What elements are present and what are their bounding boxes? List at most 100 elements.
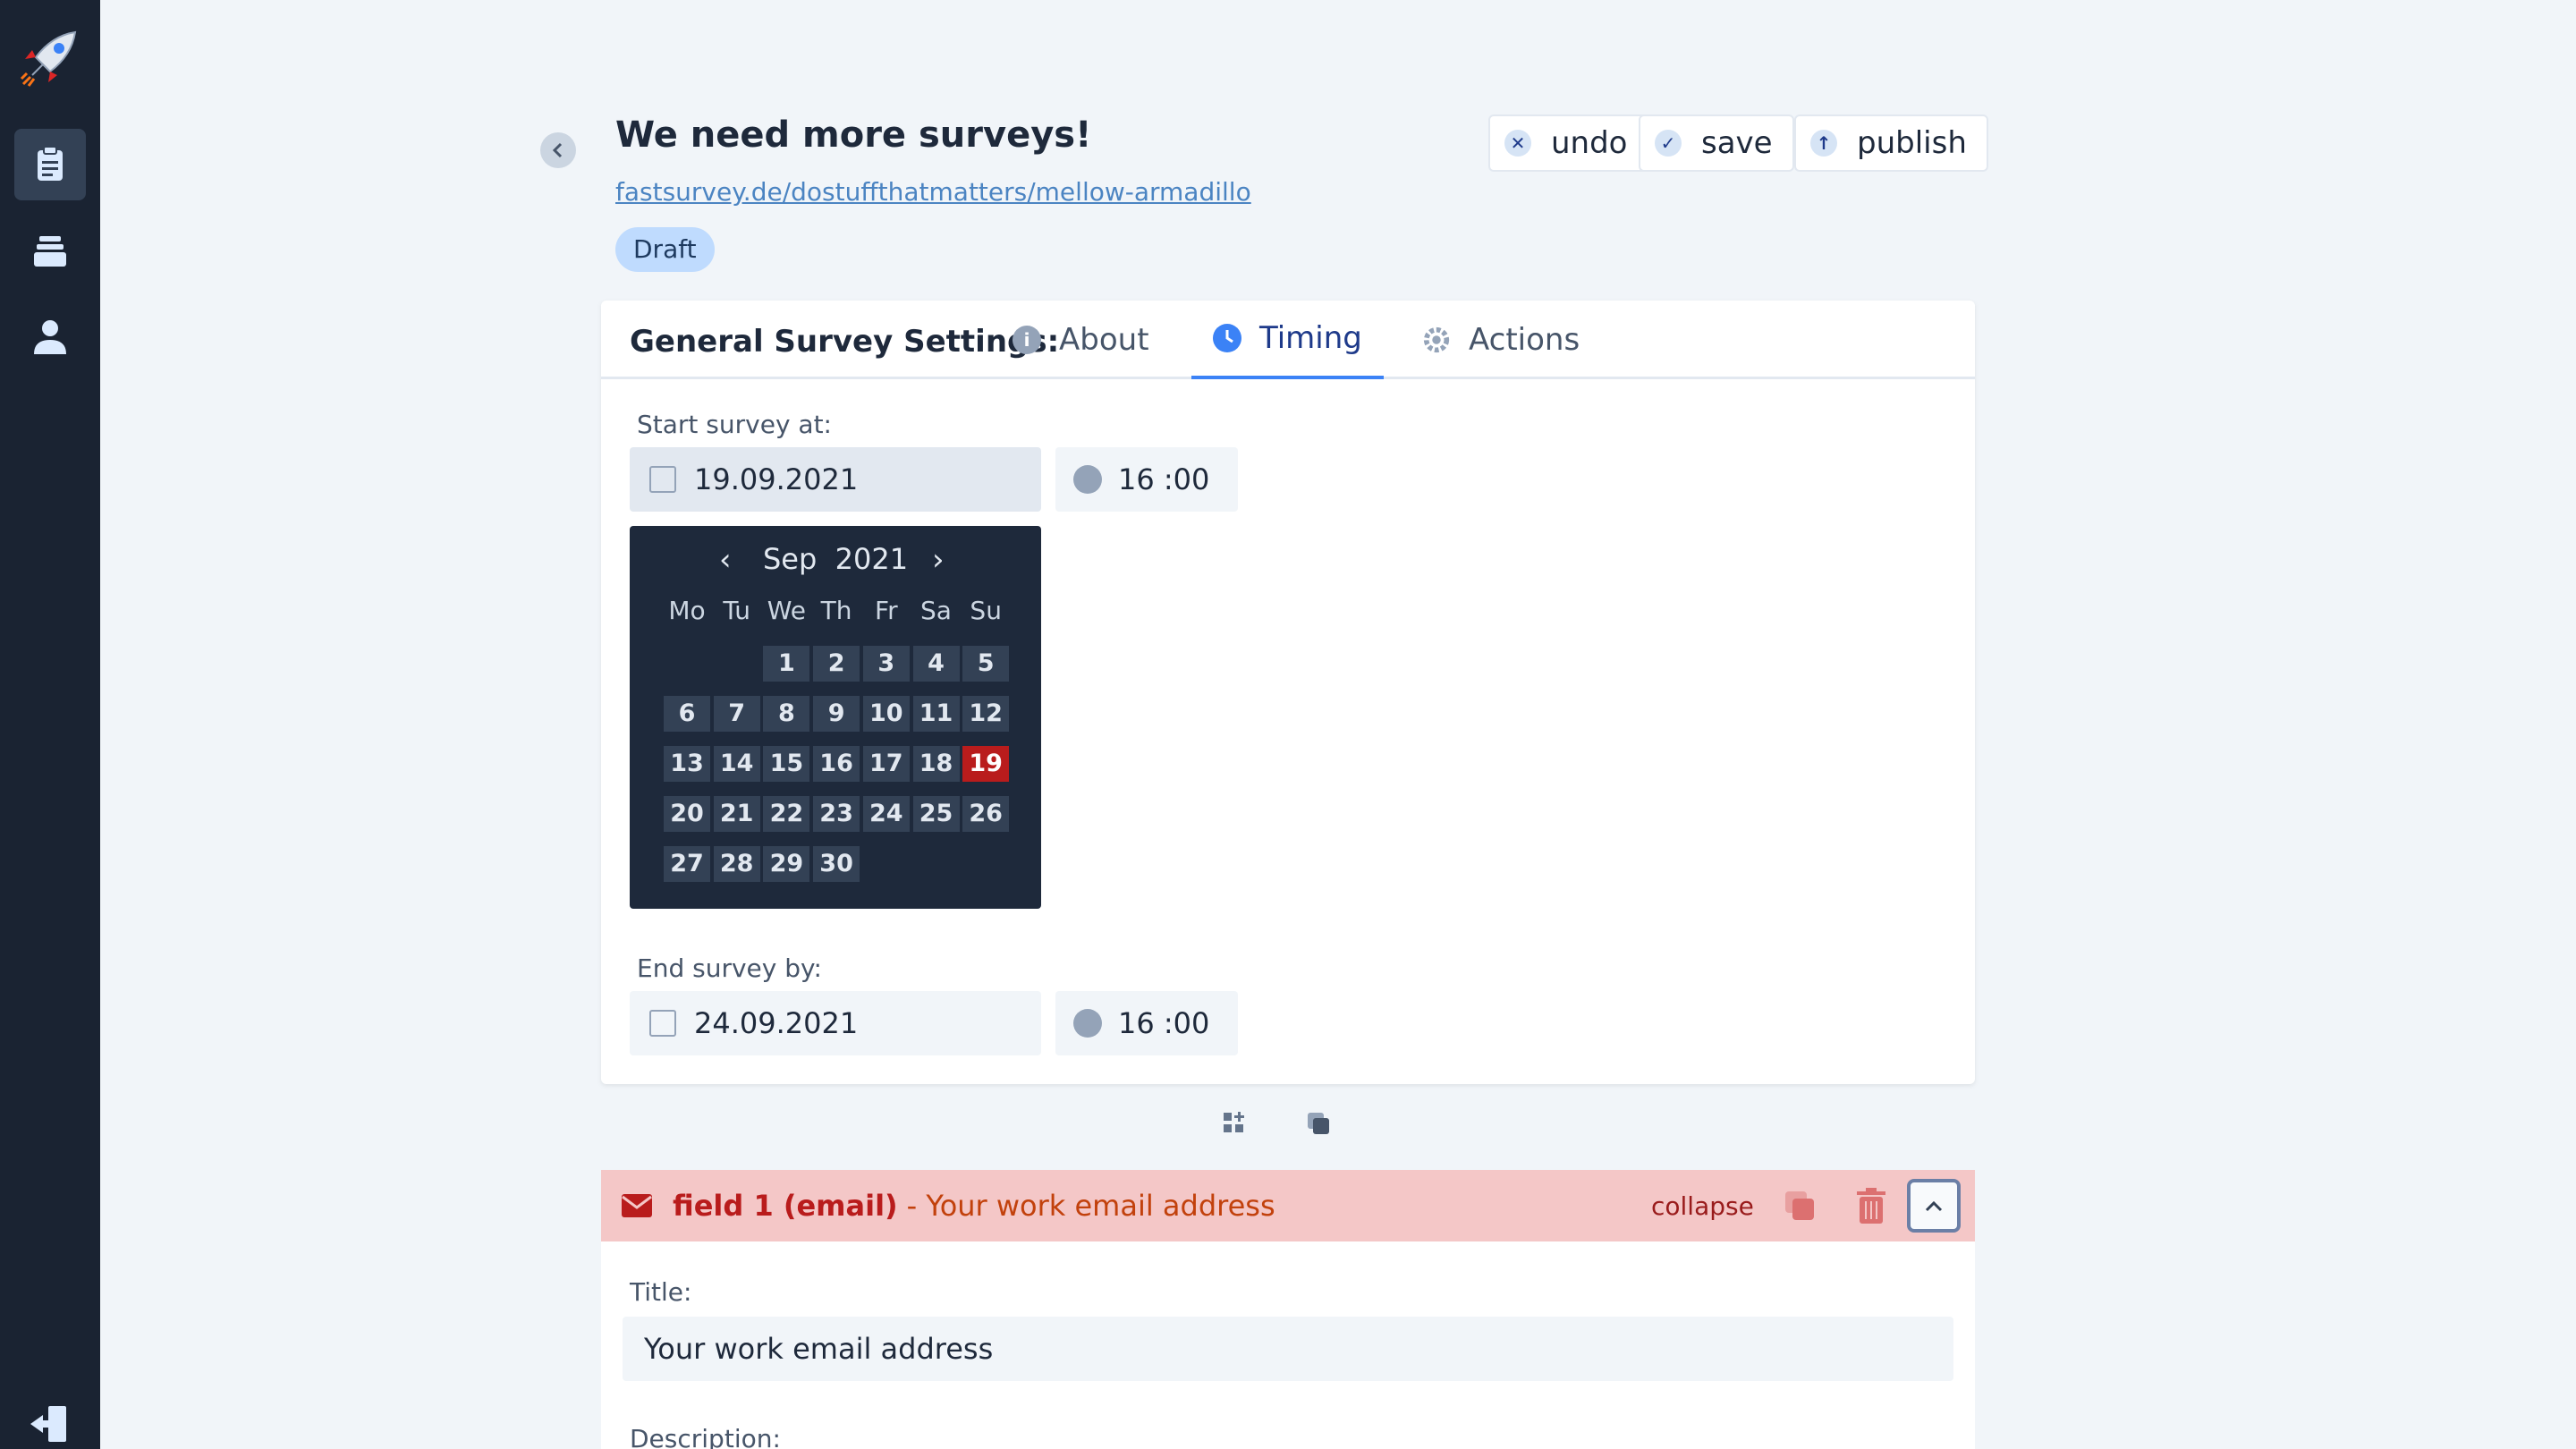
sidebar xyxy=(0,0,100,1449)
calendar-icon xyxy=(649,466,676,493)
calendar-day[interactable]: 20 xyxy=(664,796,710,832)
calendar-day[interactable]: 12 xyxy=(962,696,1010,732)
weekday-label: Su xyxy=(970,596,1002,625)
clipboard-icon xyxy=(38,146,63,181)
stack-icon xyxy=(34,236,66,267)
weekday-label: Th xyxy=(820,596,852,625)
clock-icon xyxy=(1073,465,1102,494)
end-date-value: 24.09.2021 xyxy=(694,1006,859,1040)
calendar-icon xyxy=(649,1010,676,1037)
calendar-day[interactable]: 15 xyxy=(763,746,810,782)
field-subtitle: - Your work email address xyxy=(906,1189,1275,1223)
start-time-input[interactable]: 16 :00 xyxy=(1055,447,1238,512)
calendar-day[interactable]: 1 xyxy=(763,646,810,682)
calendar-day[interactable]: 16 xyxy=(813,746,860,782)
expand-toggle-button[interactable] xyxy=(1907,1179,1961,1233)
field-description-label: Description: xyxy=(630,1424,781,1449)
upload-icon: ↑ xyxy=(1810,130,1837,157)
weekday-label: Sa xyxy=(920,596,952,625)
chevron-up-icon xyxy=(1925,1200,1943,1212)
calendar-day[interactable]: 6 xyxy=(664,696,710,732)
calendar-day[interactable]: 22 xyxy=(763,796,810,832)
field-title-input[interactable]: Your work email address xyxy=(623,1317,1953,1381)
info-icon: i xyxy=(1013,326,1041,354)
chevron-left-icon xyxy=(552,142,563,158)
tab-timing-label: Timing xyxy=(1259,320,1362,356)
calendar-day[interactable]: 26 xyxy=(962,796,1010,832)
calendar-day[interactable]: 13 xyxy=(664,746,710,782)
check-icon: ✓ xyxy=(1655,130,1682,157)
rocket-logo-icon[interactable] xyxy=(16,23,84,91)
calendar-day[interactable]: 25 xyxy=(912,796,960,832)
logout-icon[interactable] xyxy=(27,1401,72,1445)
back-button[interactable] xyxy=(540,132,576,168)
publish-label: publish xyxy=(1857,125,1967,161)
calendar-day[interactable]: 10 xyxy=(862,696,910,732)
save-button[interactable]: ✓ save xyxy=(1639,114,1794,172)
calendar-day[interactable]: 24 xyxy=(862,796,910,832)
copy-icon[interactable] xyxy=(1782,1188,1818,1224)
calendar-day[interactable]: 8 xyxy=(763,696,810,732)
calendar-day[interactable]: 21 xyxy=(713,796,760,832)
tab-timing[interactable]: Timing xyxy=(1191,301,1384,379)
calendar-day[interactable]: 3 xyxy=(862,646,910,682)
trash-icon[interactable] xyxy=(1855,1188,1887,1224)
calendar-day[interactable]: 18 xyxy=(912,746,960,782)
start-time-value: 16 :00 xyxy=(1118,462,1210,496)
calendar-day[interactable]: 7 xyxy=(713,696,760,732)
calendar-day[interactable]: 4 xyxy=(912,646,960,682)
calendar-day[interactable]: 2 xyxy=(813,646,860,682)
calendar-day[interactable]: 17 xyxy=(862,746,910,782)
calendar-day[interactable]: 27 xyxy=(664,846,710,882)
tab-actions[interactable]: Actions xyxy=(1422,301,1580,379)
publish-button[interactable]: ↑ publish xyxy=(1794,114,1988,172)
email-icon xyxy=(622,1194,652,1217)
sidebar-item-archive[interactable] xyxy=(14,215,86,286)
end-time-input[interactable]: 16 :00 xyxy=(1055,991,1238,1055)
end-time-value: 16 :00 xyxy=(1118,1006,1210,1040)
calendar-month[interactable]: Sep xyxy=(763,542,817,576)
status-badge: Draft xyxy=(615,227,715,272)
calendar-day[interactable]: 28 xyxy=(713,846,760,882)
field-body: Title: Your work email address Descripti… xyxy=(601,1241,1975,1449)
weekday-label: Fr xyxy=(875,596,898,625)
weekday-label: Tu xyxy=(723,596,750,625)
calendar-day[interactable]: 29 xyxy=(763,846,810,882)
calendar-day[interactable]: 11 xyxy=(912,696,960,732)
start-label: Start survey at: xyxy=(637,410,832,439)
user-icon xyxy=(34,320,66,354)
calendar-day[interactable]: 14 xyxy=(713,746,760,782)
calendar-year[interactable]: 2021 xyxy=(835,542,908,576)
start-date-value: 19.09.2021 xyxy=(694,462,859,496)
tab-actions-label: Actions xyxy=(1469,322,1580,358)
weekday-label: Mo xyxy=(668,596,706,625)
survey-link[interactable]: fastsurvey.de/dostuffthatmatters/mellow-… xyxy=(615,177,1251,207)
next-month-button[interactable]: › xyxy=(932,542,945,578)
end-date-input[interactable]: 24.09.2021 xyxy=(630,991,1041,1055)
weekday-label: We xyxy=(767,596,807,625)
collapse-button[interactable]: collapse xyxy=(1651,1191,1754,1221)
undo-button[interactable]: ✕ undo xyxy=(1488,114,1649,172)
sidebar-item-surveys[interactable] xyxy=(14,129,86,200)
close-icon: ✕ xyxy=(1504,130,1531,157)
clock-icon xyxy=(1213,324,1241,352)
sidebar-item-account[interactable] xyxy=(14,301,86,372)
calendar-day[interactable]: 23 xyxy=(813,796,860,832)
calendar-day[interactable]: 5 xyxy=(962,646,1010,682)
calendar-day-selected[interactable]: 19 xyxy=(962,746,1010,782)
paste-field-icon[interactable] xyxy=(1306,1111,1331,1136)
calendar-day[interactable]: 30 xyxy=(813,846,860,882)
gear-icon xyxy=(1422,326,1451,354)
save-label: save xyxy=(1701,125,1773,161)
end-label: End survey by: xyxy=(637,953,822,983)
field-title-label: Title: xyxy=(630,1277,692,1307)
clock-icon xyxy=(1073,1009,1102,1038)
tab-about[interactable]: i About xyxy=(1013,301,1149,379)
settings-tabbar: General Survey Settings: i About Timing … xyxy=(601,301,1975,379)
page-title: We need more surveys! xyxy=(615,114,1092,156)
calendar-day[interactable]: 9 xyxy=(813,696,860,732)
add-field-icon[interactable] xyxy=(1222,1111,1247,1136)
start-date-input[interactable]: 19.09.2021 xyxy=(630,447,1041,512)
datepicker-calendar: ‹ Sep 2021 › Mo Tu We Th Fr Sa Su 1 2 3 4 5 6 7 8 9 10 11… xyxy=(630,526,1041,909)
field-header[interactable]: field 1 (email) - Your work email addres… xyxy=(601,1170,1975,1241)
